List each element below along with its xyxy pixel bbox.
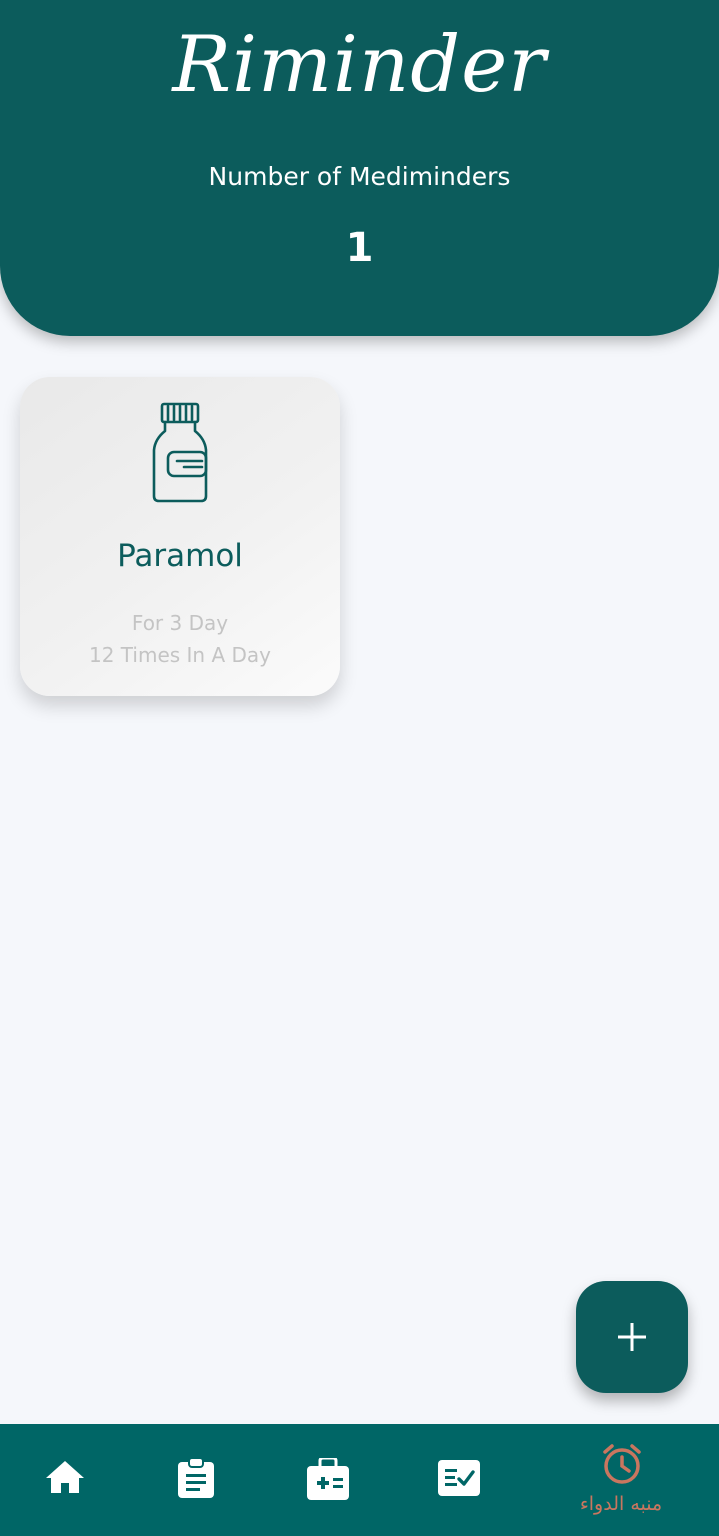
nav-item-checklist[interactable]: [398, 1424, 518, 1536]
medication-card[interactable]: Paramol For 3 Day 12 Times In A Day: [20, 377, 340, 696]
app-title: Riminder: [172, 20, 547, 110]
medicine-bottle-icon: [152, 402, 208, 503]
medication-duration: For 3 Day: [131, 611, 229, 635]
medication-name: Paramol: [117, 538, 243, 574]
nav-item-medicine-alarm[interactable]: منبه الدواء: [561, 1424, 681, 1536]
app-header: Riminder Number of Mediminders 1: [0, 0, 719, 336]
alarm-clock-icon: [603, 1444, 641, 1484]
nav-item-medical-kit[interactable]: [267, 1424, 387, 1536]
nav-label-medicine-alarm: منبه الدواء: [579, 1493, 663, 1515]
checklist-icon: [438, 1460, 480, 1496]
plus-icon: [618, 1323, 646, 1351]
bottom-navigation: منبه الدواء: [0, 1424, 719, 1536]
nav-item-home[interactable]: [5, 1424, 125, 1536]
add-reminder-button[interactable]: [576, 1281, 688, 1393]
medical-kit-icon: [307, 1458, 349, 1500]
home-icon: [46, 1461, 84, 1493]
clipboard-icon: [178, 1458, 214, 1498]
reminder-count-label: Number of Mediminders: [208, 162, 511, 191]
reminder-count-value: 1: [345, 225, 374, 271]
nav-item-clipboard[interactable]: [136, 1424, 256, 1536]
medication-frequency: 12 Times In A Day: [89, 643, 271, 667]
